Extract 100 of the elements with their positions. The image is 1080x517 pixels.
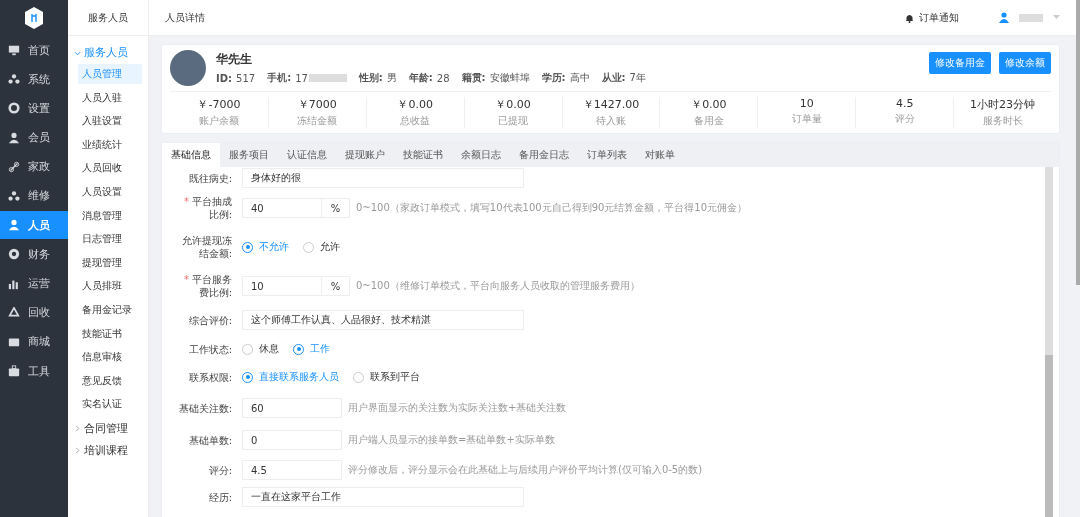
radio-option[interactable]: 联系到平台 (353, 370, 420, 384)
submenu-group[interactable]: 合同管理 (68, 417, 148, 440)
person-name: 华先生 (216, 51, 253, 68)
form-label: * 平台服务费比例: (183, 273, 233, 299)
text-field[interactable]: 这个师傅工作认真、人品很好、技术精湛 (242, 310, 524, 330)
field-label: 性别: (358, 71, 383, 85)
stat-value: ￥0.00 (691, 97, 727, 112)
person-icon (8, 131, 20, 144)
form-label: 工作状态: (187, 342, 233, 356)
tab[interactable]: 备用金日志 (510, 143, 578, 167)
sidebar-item[interactable]: 商城 (0, 327, 68, 356)
sidebar-item[interactable]: 财务 (0, 240, 68, 269)
field-value: 安徽蚌埠 (489, 71, 530, 85)
stat-value: 10 (799, 97, 814, 110)
field-label: 年龄: (408, 71, 433, 85)
text-field[interactable]: 40 (242, 198, 322, 218)
chevron-icon (74, 425, 81, 433)
tab[interactable]: 余额日志 (452, 143, 510, 167)
scrollbar[interactable] (1045, 167, 1053, 517)
unit-addon: % (322, 276, 350, 296)
notification-link[interactable]: 订单通知 (919, 10, 959, 25)
triangle-icon (8, 306, 20, 319)
sidebar-item[interactable]: 工具 (0, 357, 68, 386)
submenu-title: 服务人员 (88, 10, 128, 25)
form-label: 经历: (207, 490, 233, 504)
text-field[interactable]: 身体好的很 (242, 168, 524, 188)
stat-label: 账户余额 (198, 114, 239, 128)
submenu-item[interactable]: 入驻设置 (78, 111, 142, 132)
redacted-username (1019, 13, 1043, 22)
form-label: 联系权限: (187, 370, 233, 384)
text-field[interactable]: 10 (242, 276, 322, 296)
chevron-icon (74, 447, 81, 455)
stat-value: ￥1427.00 (582, 97, 640, 112)
form-label: 允许提现冻结金额: (181, 234, 233, 260)
page-scrollbar[interactable] (1076, 0, 1080, 285)
sidebar-item[interactable]: 家政 (0, 152, 68, 181)
form-label: 基础关注数: (177, 401, 233, 415)
field-hint: 用户端人员显示的接单数=基础单数+实际单数 (348, 433, 555, 447)
chevron-icon (74, 49, 81, 57)
form-label: 既往病史: (187, 171, 233, 185)
submenu-group[interactable]: 培训课程 (68, 439, 148, 462)
user-icon[interactable] (999, 12, 1009, 23)
form-label: 基础单数: (187, 433, 233, 447)
tab[interactable]: 技能证书 (394, 143, 452, 167)
gear-icon (8, 102, 20, 115)
sidebar-item[interactable]: 会员 (0, 123, 68, 152)
avatar-photo-placeholder (170, 50, 206, 86)
stat-label: 总收益 (400, 114, 431, 128)
submenu-item[interactable]: 人员设置 (78, 181, 142, 202)
submenu-item[interactable]: 日志管理 (78, 229, 142, 250)
stat-label: 待入账 (596, 114, 626, 128)
tab[interactable]: 订单列表 (578, 143, 636, 167)
submenu-item[interactable]: 信息审核 (78, 347, 142, 368)
field-label: 从业: (601, 71, 626, 85)
submenu-item[interactable]: 备用金记录 (78, 299, 142, 320)
sidebar-item[interactable]: 维修 (0, 181, 68, 210)
coin-icon (8, 248, 20, 261)
field-value: 男 (386, 71, 397, 85)
sidebar-item[interactable]: 回收 (0, 298, 68, 327)
text-field[interactable]: 4.5 (242, 460, 342, 480)
submenu-item[interactable]: 提现管理 (78, 252, 142, 273)
field-value: 7年 (629, 71, 646, 85)
sidebar-item[interactable]: 首页 (0, 36, 68, 64)
stat-label: 冻结金额 (297, 114, 338, 128)
submenu-item[interactable]: 消息管理 (78, 205, 142, 226)
radio-option[interactable]: 允许 (303, 240, 340, 254)
submenu-item[interactable]: 意见反馈 (78, 370, 142, 391)
stat-label: 服务时长 (982, 114, 1023, 128)
tab[interactable]: 服务项目 (220, 143, 278, 167)
page-title: 人员详情 (165, 10, 206, 25)
submenu-item[interactable]: 业绩统计 (78, 134, 142, 155)
submenu-item[interactable]: 人员排班 (78, 276, 142, 297)
stat-value: 4.5 (895, 97, 914, 110)
text-field[interactable]: 一直在这家平台工作 (242, 487, 524, 507)
stat-value: ￥7000 (297, 97, 337, 112)
sidebar-item[interactable]: 系统 (0, 65, 68, 94)
submenu-item[interactable]: 实名认证 (78, 394, 142, 415)
tab[interactable]: 认证信息 (278, 143, 336, 167)
submenu-item[interactable]: 人员入驻 (78, 87, 142, 108)
field-hint: 评分修改后，评分显示会在此基础上与后续用户评价平均计算(仅可输入0-5的数) (348, 463, 703, 477)
submenu-item[interactable]: 技能证书 (78, 323, 142, 344)
radio-option[interactable]: 休息 (242, 342, 279, 356)
person-icon (8, 219, 20, 232)
sidebar-item[interactable]: 运营 (0, 269, 68, 298)
field-label: 手机: (267, 71, 292, 85)
text-field[interactable]: 60 (242, 398, 342, 418)
field-value: 17 (295, 72, 308, 84)
field-hint: 0~100（维修订单模式，平台向服务人员收取的管理服务费用） (356, 279, 640, 293)
unit-addon: % (322, 198, 350, 218)
caret-icon[interactable] (1053, 15, 1060, 20)
submenu-item[interactable]: 人员回收 (78, 158, 142, 179)
link-icon (8, 160, 20, 173)
sidebar-item[interactable]: 设置 (0, 94, 68, 123)
field-value: 28 (436, 72, 450, 84)
tab[interactable]: 基础信息 (162, 143, 220, 167)
tab[interactable]: 提现账户 (336, 143, 394, 167)
field-label: 学历: (541, 71, 566, 85)
briefcase-icon (8, 365, 20, 378)
text-field[interactable]: 0 (242, 430, 342, 450)
tab[interactable]: 对账单 (636, 143, 684, 167)
